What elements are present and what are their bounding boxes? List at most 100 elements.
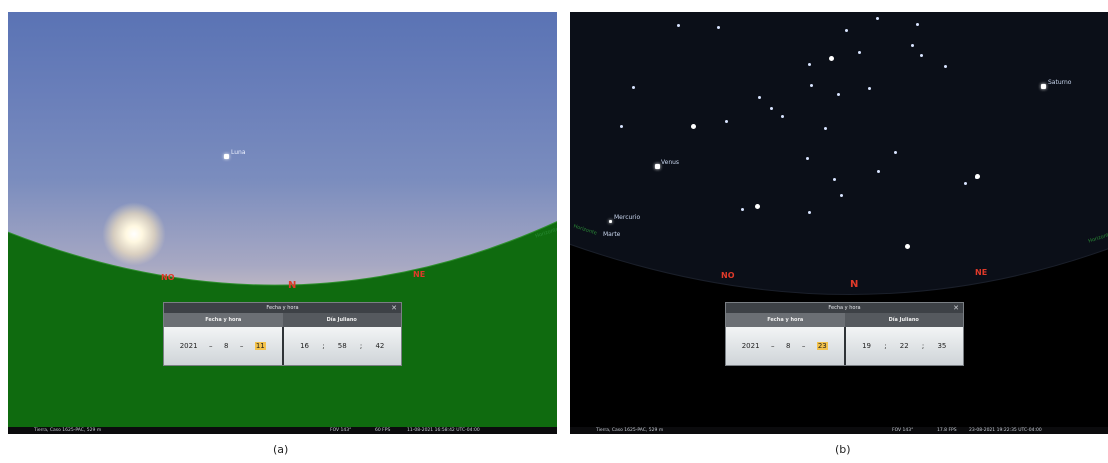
time-fields: 19 ; 22 ; 35 xyxy=(843,327,963,365)
star xyxy=(808,211,811,214)
star xyxy=(840,194,843,197)
cardinal-nw: NO xyxy=(721,271,735,280)
star xyxy=(717,26,720,29)
star xyxy=(808,63,811,66)
cardinal-n: N xyxy=(288,280,297,291)
star xyxy=(905,244,910,249)
star xyxy=(824,127,827,130)
star xyxy=(975,174,980,179)
date-separator: – xyxy=(801,342,806,350)
cardinal-n: N xyxy=(850,279,859,290)
month-spinbox[interactable]: 8 xyxy=(786,342,790,350)
date-time-dialog[interactable]: Fecha y hora ✕ Fecha y hora Día Juliano … xyxy=(163,302,402,366)
close-icon[interactable]: ✕ xyxy=(391,303,397,313)
star xyxy=(755,204,760,209)
year-spinbox[interactable]: 2021 xyxy=(742,342,760,350)
time-separator: ; xyxy=(921,342,925,350)
fps-text: 17.8 FPS xyxy=(937,428,957,433)
time-separator: ; xyxy=(359,342,363,350)
venus-marker[interactable] xyxy=(655,164,660,169)
hour-spinbox[interactable]: 19 xyxy=(862,342,871,350)
star xyxy=(781,115,784,118)
tab-date-time[interactable]: Fecha y hora xyxy=(726,313,845,327)
star xyxy=(845,29,848,32)
star xyxy=(620,125,623,128)
hour-spinbox[interactable]: 16 xyxy=(300,342,309,350)
star xyxy=(758,96,761,99)
star xyxy=(944,65,947,68)
date-separator: – xyxy=(239,342,244,350)
star xyxy=(833,178,836,181)
star xyxy=(911,44,914,47)
cardinal-ne: NE xyxy=(975,268,988,277)
dialog-title-bar[interactable]: Fecha y hora ✕ xyxy=(164,303,401,313)
cardinal-ne: NE xyxy=(413,270,426,279)
second-spinbox[interactable]: 42 xyxy=(375,342,384,350)
star xyxy=(868,87,871,90)
second-spinbox[interactable]: 35 xyxy=(937,342,946,350)
location-text[interactable]: Tierra, Caso 1625-PAC, 529 m xyxy=(34,427,101,434)
dialog-tabs: Fecha y hora Día Juliano xyxy=(164,313,401,327)
star xyxy=(964,182,967,185)
time-separator: ; xyxy=(322,342,325,350)
location-text[interactable]: Tierra, Caso 1625-PAC, 529 m xyxy=(596,427,663,434)
day-spinbox[interactable]: 23 xyxy=(816,342,828,350)
status-bar: Tierra, Caso 1625-PAC, 529 m FOV 143° 60… xyxy=(8,427,557,434)
minute-spinbox[interactable]: 22 xyxy=(900,342,909,350)
dialog-title-bar[interactable]: Fecha y hora ✕ xyxy=(726,303,963,313)
date-time-dialog[interactable]: Fecha y hora ✕ Fecha y hora Día Juliano … xyxy=(725,302,964,366)
saturn-marker[interactable] xyxy=(1041,84,1046,89)
sky-view-panel-b[interactable]: Saturno Venus Mercurio Marte Horizonte H… xyxy=(570,12,1108,434)
ground xyxy=(570,12,1108,434)
datetime-text: 23-08-2021 19:22:35 UTC-04:00 xyxy=(969,428,1042,433)
caption-a: (a) xyxy=(273,443,289,456)
star xyxy=(677,24,680,27)
fps-text: 60 FPS xyxy=(375,428,391,433)
tab-julian-day[interactable]: Día Juliano xyxy=(844,313,963,327)
star xyxy=(741,208,744,211)
star xyxy=(810,84,813,87)
star xyxy=(920,54,923,57)
star xyxy=(877,170,880,173)
venus-label: Venus xyxy=(661,159,680,166)
star xyxy=(806,157,809,160)
tab-date-time[interactable]: Fecha y hora xyxy=(164,313,283,327)
sky-view-panel-a[interactable]: Luna NO N NE Horizonte Fecha y hora ✕ Fe… xyxy=(8,12,557,434)
caption-b: (b) xyxy=(835,443,851,456)
tab-julian-day[interactable]: Día Juliano xyxy=(282,313,401,327)
mars-label: Marte xyxy=(603,231,621,238)
month-spinbox[interactable]: 8 xyxy=(224,342,228,350)
saturn-label: Saturno xyxy=(1048,79,1072,86)
star xyxy=(858,51,861,54)
time-separator: ; xyxy=(884,342,887,350)
star xyxy=(876,17,879,20)
cardinal-nw: NO xyxy=(161,273,175,282)
dialog-title: Fecha y hora xyxy=(266,305,299,311)
mercury-marker[interactable] xyxy=(609,220,612,223)
star xyxy=(894,151,897,154)
star xyxy=(916,23,919,26)
date-separator: – xyxy=(771,342,775,350)
star xyxy=(632,86,635,89)
date-fields: 2021 – 8 – 23 xyxy=(726,327,844,365)
day-spinbox[interactable]: 11 xyxy=(254,342,266,350)
star xyxy=(725,120,728,123)
date-separator: – xyxy=(209,342,213,350)
time-fields: 16 ; 58 ; 42 xyxy=(281,327,401,365)
ground xyxy=(8,12,557,434)
fov-text: FOV 143° xyxy=(892,428,914,433)
year-spinbox[interactable]: 2021 xyxy=(180,342,198,350)
dialog-tabs: Fecha y hora Día Juliano xyxy=(726,313,963,327)
close-icon[interactable]: ✕ xyxy=(953,303,959,313)
minute-spinbox[interactable]: 58 xyxy=(338,342,347,350)
star xyxy=(691,124,696,129)
date-fields: 2021 – 8 – 11 xyxy=(164,327,282,365)
star xyxy=(837,93,840,96)
dialog-title: Fecha y hora xyxy=(828,305,861,311)
datetime-text: 11-08-2021 16:58:42 UTC-04:00 xyxy=(407,428,480,433)
status-bar: Tierra, Caso 1625-PAC, 529 m FOV 143° 17… xyxy=(570,427,1108,434)
star xyxy=(770,107,773,110)
star xyxy=(829,56,834,61)
fov-text: FOV 143° xyxy=(330,428,352,433)
mercury-label: Mercurio xyxy=(614,214,641,221)
